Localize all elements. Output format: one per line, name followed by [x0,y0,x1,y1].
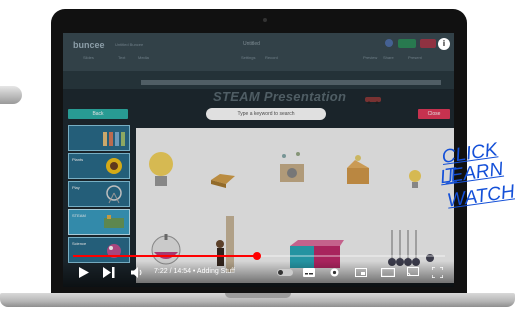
laptop-notch [225,293,291,298]
app-toolbar: buncee Untitled Buncee Untitled Slides T… [63,33,454,71]
app-logo-subtitle: Untitled Buncee [115,42,144,47]
steam-thumb-icon [104,215,124,228]
ribbon-text[interactable]: Text [118,55,125,60]
lightbulb-sticker-icon[interactable] [146,150,176,190]
document-title: Untitled [243,41,260,47]
small-bulb-sticker-icon[interactable] [406,168,424,192]
people-thumb-icon [103,132,125,146]
open-box-sticker-icon[interactable] [341,150,375,190]
next-icon[interactable] [103,267,115,278]
idea-box-sticker-icon[interactable] [274,148,310,188]
sticker-grid [136,128,454,283]
autoplay-toggle[interactable] [277,269,293,276]
info-icon[interactable]: i [438,38,450,50]
ferris-wheel-thumb-icon [106,185,122,204]
ribbon-slides[interactable]: Slides [83,55,94,60]
category-item[interactable] [68,125,130,151]
left-edge-decoration [0,86,22,104]
fullscreen-icon[interactable] [432,267,443,278]
app-logo: buncee [73,40,105,50]
category-label: Play [72,185,80,190]
publish-pill[interactable] [398,39,416,48]
progress-fill [73,255,258,257]
ribbon-media[interactable]: Media [138,55,149,60]
ribbon-share[interactable]: Share [383,55,394,60]
category-label: Science [72,241,87,246]
user-avatar[interactable] [385,39,393,47]
category-item-steam[interactable]: STEAM [68,209,130,235]
back-button[interactable]: Back [68,109,128,119]
volume-icon[interactable] [131,267,143,278]
progress-bar[interactable] [73,252,445,260]
miniplayer-icon[interactable] [355,268,367,277]
video-screen[interactable]: buncee Untitled Buncee Untitled Slides T… [63,33,454,287]
science-thumb-icon [107,244,121,258]
ribbon-present[interactable]: Present [408,55,422,60]
ribbon-record[interactable]: Record [265,55,278,60]
time-display: 7:22 / 14:54 • Adding Stuff [154,268,235,275]
player-controls: 7:22 / 14:54 • Adding Stuff [63,261,454,287]
theater-icon[interactable] [381,268,395,277]
car-sticker-icon [363,91,383,105]
category-item-science[interactable]: Science [68,237,130,263]
category-label: STEAM [72,213,86,218]
search-input[interactable] [206,108,326,120]
slide-ruler [141,80,441,85]
play-icon[interactable] [79,267,89,278]
category-item-plants[interactable]: Plants [68,153,130,179]
gold-bars-sticker-icon[interactable] [208,166,238,188]
slide-title: STEAM Presentation [213,89,347,104]
category-label: Plants [72,157,84,162]
settings-icon[interactable] [329,267,340,278]
category-item-play[interactable]: Play [68,181,130,207]
cast-icon[interactable] [407,267,419,277]
close-button[interactable]: Close [418,109,450,119]
ribbon-settings[interactable]: Settings [241,55,255,60]
share-pill[interactable] [420,39,436,48]
camera-icon [263,18,267,22]
sunflower-thumb-icon [106,158,122,174]
toggle-knob [278,270,283,275]
ribbon-preview[interactable]: Preview [363,55,377,60]
subtitles-icon[interactable] [303,268,315,277]
category-sidebar: Plants Play STEAM Science [68,125,130,275]
